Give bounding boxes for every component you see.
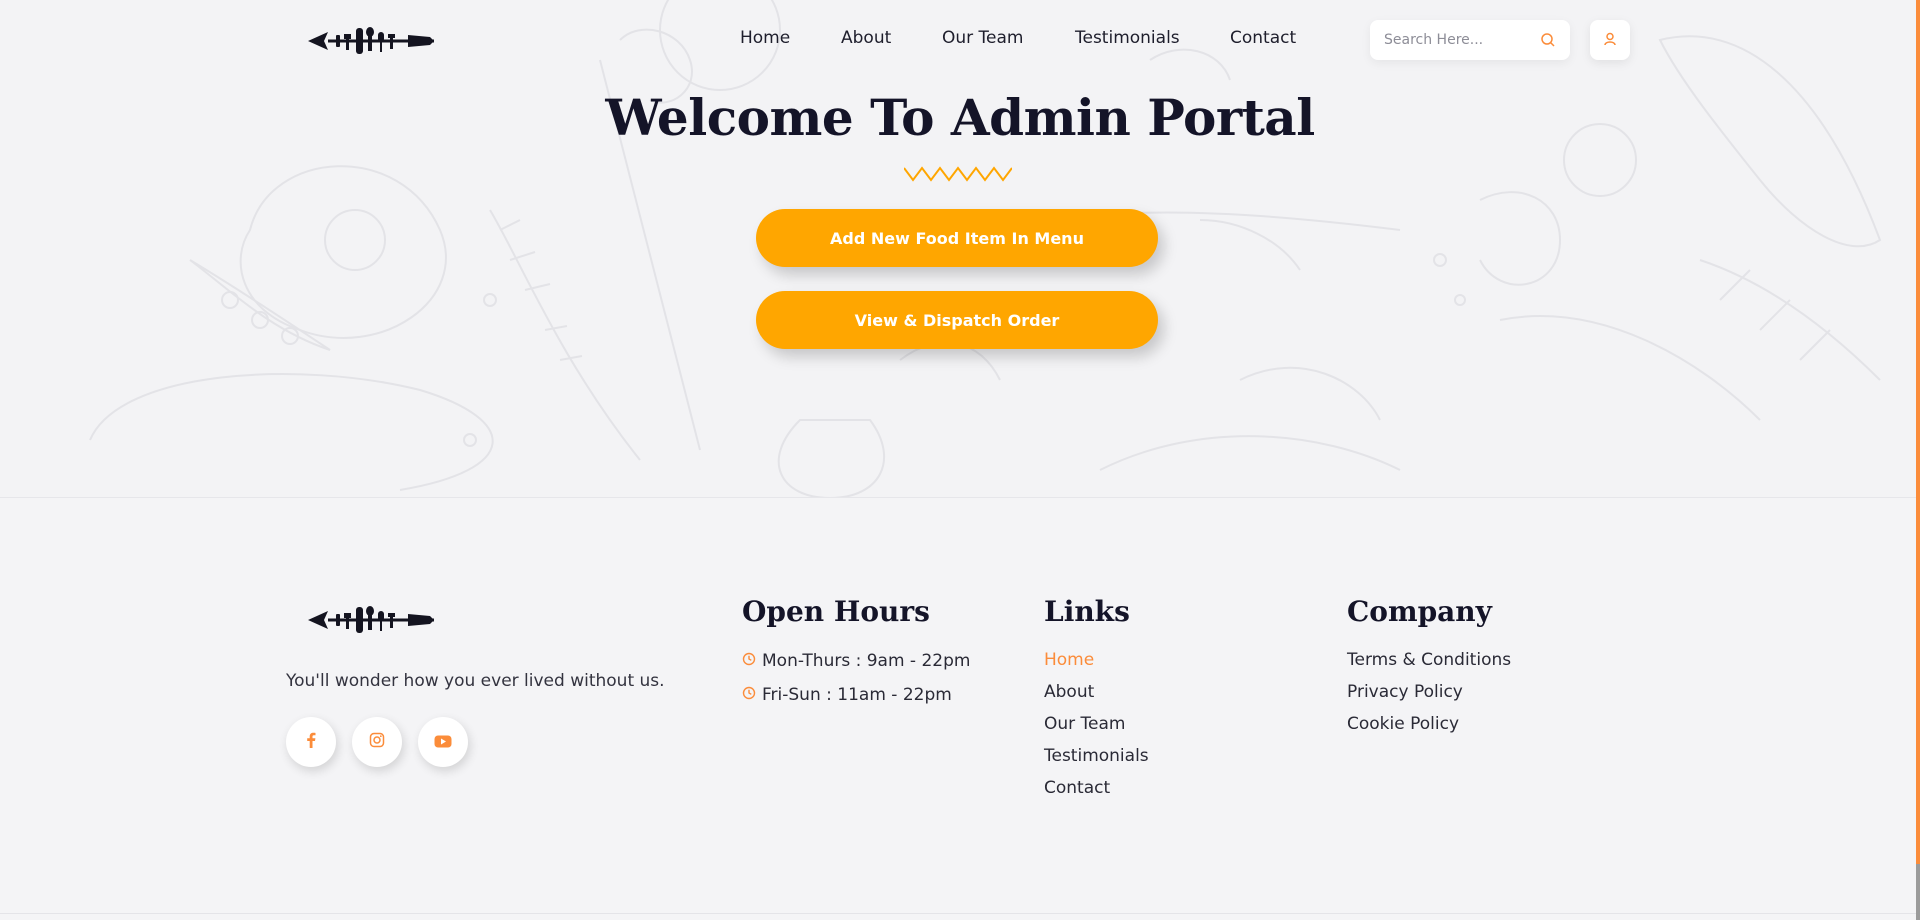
links-column: Links Home About Our Team Testimonials C… [1044, 595, 1149, 804]
nav-about[interactable]: About [841, 28, 942, 48]
footer-divider [0, 913, 1916, 914]
facebook-icon [305, 732, 317, 752]
nav-home[interactable]: Home [740, 28, 841, 48]
utensils-logo-icon [308, 606, 434, 633]
open-hours-title: Open Hours [742, 595, 930, 628]
main-nav: Home About Our Team Testimonials Contact [740, 28, 1310, 48]
search-input[interactable] [1384, 20, 1534, 60]
search-icon[interactable] [1540, 32, 1556, 52]
view-dispatch-order-button[interactable]: View & Dispatch Order [756, 291, 1158, 349]
hours-text: Mon-Thurs : 9am - 22pm [762, 651, 971, 671]
nav-our-team[interactable]: Our Team [942, 28, 1075, 48]
footer-link-cookie[interactable]: Cookie Policy [1347, 708, 1511, 740]
brand-logo[interactable] [308, 26, 436, 56]
user-icon [1603, 31, 1617, 50]
hours-text: Fri-Sun : 11am - 22pm [762, 685, 952, 705]
youtube-link[interactable] [418, 717, 468, 767]
utensils-logo-icon [308, 27, 434, 54]
nav-contact[interactable]: Contact [1230, 28, 1310, 48]
top-header: Home About Our Team Testimonials Contact [0, 0, 1920, 80]
zigzag-divider [904, 166, 1012, 182]
user-account-button[interactable] [1590, 20, 1630, 60]
open-hours-column: Open Hours Mon-Thurs : 9am - 22pm Fri-Su… [742, 595, 970, 712]
footer-brand-logo[interactable] [308, 605, 436, 635]
footer-link-home[interactable]: Home [1044, 644, 1149, 676]
hours-item: Mon-Thurs : 9am - 22pm [742, 644, 970, 678]
footer-link-testimonials[interactable]: Testimonials [1044, 740, 1149, 772]
footer-link-about[interactable]: About [1044, 676, 1149, 708]
footer-link-privacy[interactable]: Privacy Policy [1347, 676, 1511, 708]
footer-link-contact[interactable]: Contact [1044, 772, 1149, 804]
clock-icon [742, 678, 756, 712]
links-title: Links [1044, 595, 1130, 628]
company-title: Company [1347, 595, 1492, 628]
clock-icon [742, 644, 756, 678]
youtube-icon [434, 733, 452, 752]
social-links [286, 717, 468, 767]
search-box [1370, 20, 1570, 60]
instagram-icon [369, 732, 385, 752]
facebook-link[interactable] [286, 717, 336, 767]
site-footer: You'll wonder how you ever lived without… [0, 499, 1920, 920]
instagram-link[interactable] [352, 717, 402, 767]
company-column: Company Terms & Conditions Privacy Polic… [1347, 595, 1511, 740]
page-title: Welcome To Admin Portal [605, 88, 1315, 147]
footer-link-our-team[interactable]: Our Team [1044, 708, 1149, 740]
hours-item: Fri-Sun : 11am - 22pm [742, 678, 970, 712]
footer-tagline: You'll wonder how you ever lived without… [286, 671, 665, 691]
add-food-item-button[interactable]: Add New Food Item In Menu [756, 209, 1158, 267]
footer-link-terms[interactable]: Terms & Conditions [1347, 644, 1511, 676]
nav-testimonials[interactable]: Testimonials [1075, 28, 1230, 48]
